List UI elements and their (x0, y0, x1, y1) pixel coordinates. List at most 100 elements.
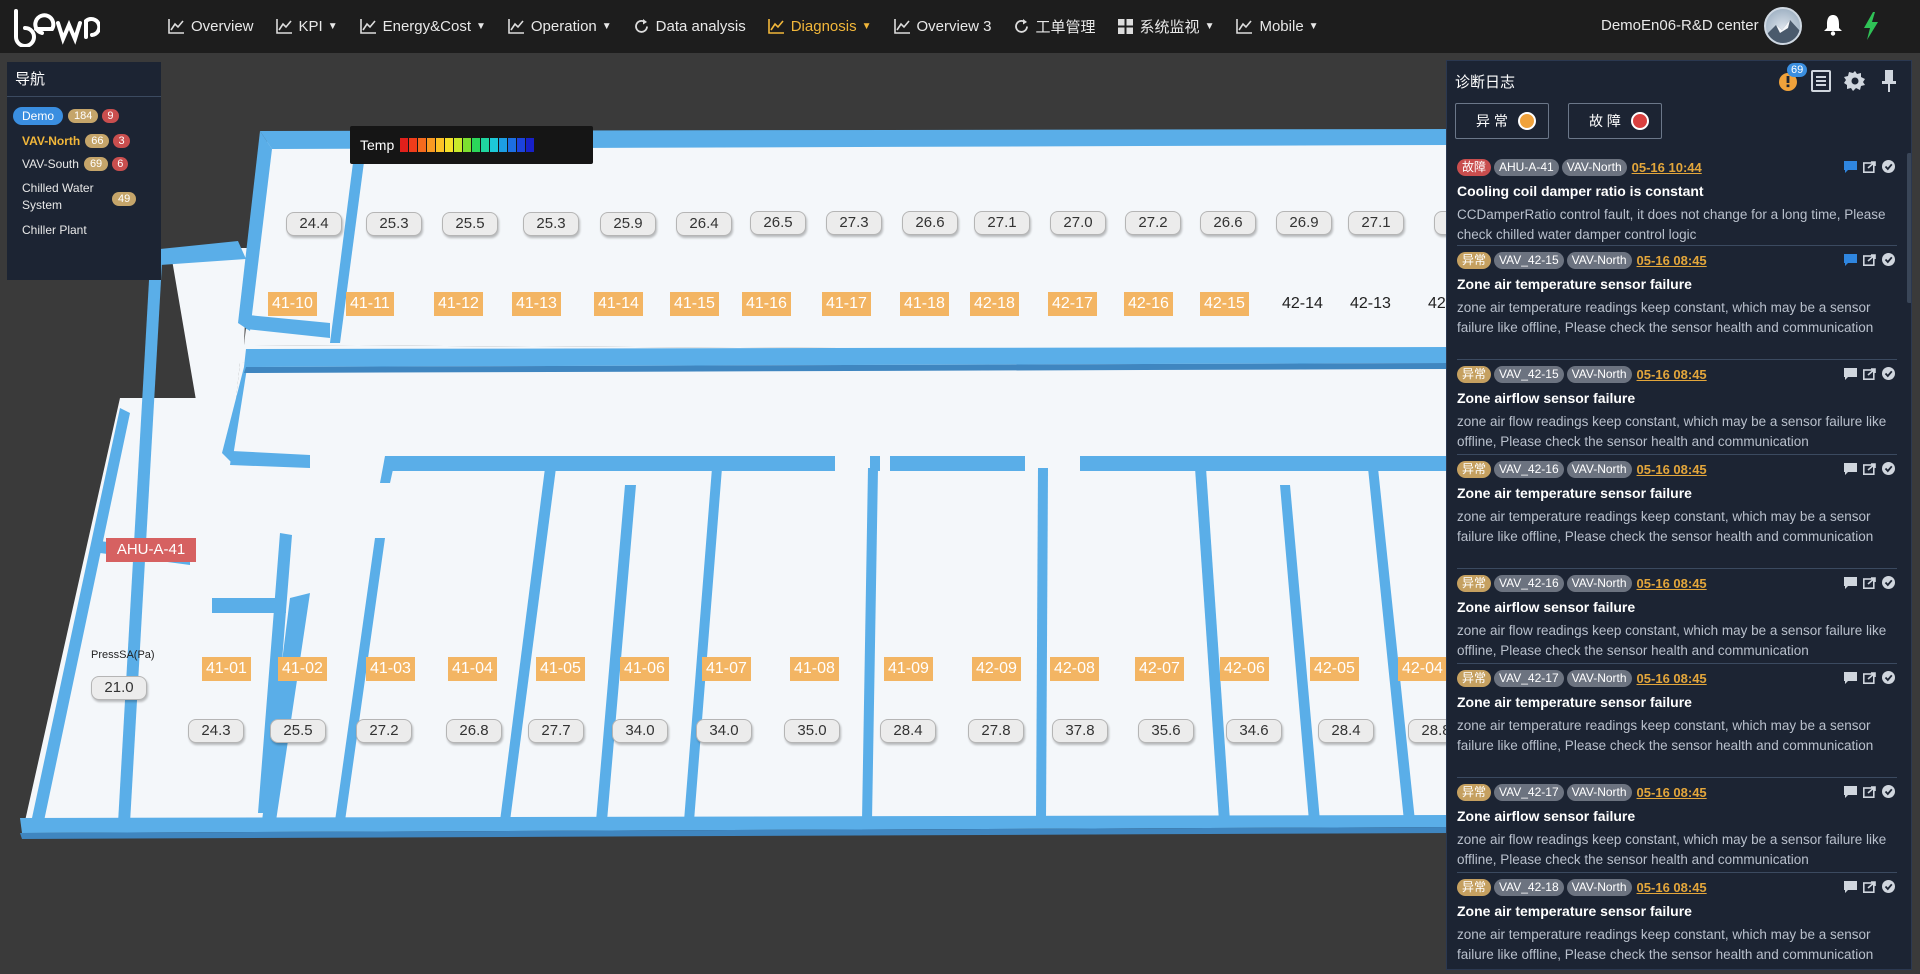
zone-tag[interactable]: VAV-North (1566, 878, 1632, 896)
tree-item[interactable]: VAV-North 66 3 (7, 125, 147, 148)
nav-item-3[interactable]: Operation ▼ (508, 18, 612, 35)
room-label[interactable]: 41-05 (536, 657, 585, 681)
check-circle-icon[interactable] (1882, 576, 1895, 594)
share-icon[interactable] (1863, 253, 1876, 271)
zone-tag[interactable]: VAV-North (1566, 574, 1632, 592)
equip-tag[interactable]: VAV_42-15 (1494, 365, 1564, 383)
nav-item-1[interactable]: KPI ▼ (275, 18, 338, 35)
log-time-link[interactable]: 05-16 10:44 (1632, 160, 1702, 175)
room-label[interactable]: 41-17 (822, 292, 871, 316)
alert-count-badge[interactable]: 69 (1777, 63, 1808, 96)
room-label[interactable]: 42-18 (970, 292, 1019, 316)
log-time-link[interactable]: 05-16 08:45 (1637, 880, 1707, 895)
room-label[interactable]: 42-16 (1124, 292, 1173, 316)
share-icon[interactable] (1863, 785, 1876, 803)
log-item[interactable]: 异常 VAV_42-17 VAV-North 05-16 08:45 Zone air … (1457, 664, 1897, 778)
zone-tag[interactable]: VAV-North (1561, 158, 1627, 176)
level-tag[interactable]: 异常 (1457, 669, 1492, 687)
room-label[interactable]: 41-02 (278, 657, 327, 681)
tree-item-label[interactable]: VAV-South (22, 157, 79, 171)
comment-icon[interactable] (1844, 576, 1857, 594)
level-tag[interactable]: 故障 (1457, 158, 1492, 176)
check-circle-icon[interactable] (1882, 785, 1895, 803)
share-icon[interactable] (1863, 462, 1876, 480)
zone-tag[interactable]: VAV-North (1566, 460, 1632, 478)
zone-tag[interactable]: VAV-North (1566, 669, 1632, 687)
power-icon[interactable] (1863, 12, 1879, 40)
nav-item-2[interactable]: Energy&Cost ▼ (359, 18, 486, 35)
log-item[interactable]: 异常 VAV_42-15 VAV-North 05-16 08:45 Zone airf… (1457, 360, 1897, 455)
nav-item-5[interactable]: Diagnosis ▼ (767, 18, 872, 35)
room-temp[interactable]: 34.0 (612, 719, 668, 743)
nav-item-4[interactable]: Data analysis (634, 18, 746, 35)
log-item[interactable]: 异常 VAV_42-16 VAV-North 05-16 08:45 Zone air … (1457, 455, 1897, 569)
nav-item-6[interactable]: Overview 3 (893, 18, 992, 35)
room-label[interactable]: 41-12 (434, 292, 483, 316)
room-temp[interactable]: 26.5 (750, 211, 806, 235)
room-label[interactable]: 41-13 (512, 292, 561, 316)
room-temp[interactable]: 26.6 (902, 211, 958, 235)
nav-item-0[interactable]: Overview (168, 18, 254, 35)
equip-tag[interactable]: VAV_42-16 (1494, 574, 1564, 592)
tree-item[interactable]: Chilled Water System 49 (7, 171, 147, 214)
room-label[interactable]: 41-15 (670, 292, 719, 316)
room-temp[interactable]: 27.2 (1125, 211, 1181, 235)
level-tag[interactable]: 异常 (1457, 878, 1492, 896)
log-item[interactable]: 异常 VAV_42-16 VAV-North 05-16 08:45 Zone airf… (1457, 569, 1897, 664)
room-label[interactable]: 42-07 (1135, 657, 1184, 681)
comment-icon[interactable] (1844, 462, 1857, 480)
room-temp[interactable]: 26.6 (1200, 211, 1256, 235)
level-tag[interactable]: 异常 (1457, 251, 1492, 269)
log-item[interactable]: 故障 AHU-A-41 VAV-North 05-16 10:44 Cooling co… (1457, 153, 1897, 246)
check-circle-icon[interactable] (1882, 462, 1895, 480)
zone-tag[interactable]: VAV-North (1566, 365, 1632, 383)
check-circle-icon[interactable] (1882, 671, 1895, 689)
comment-icon[interactable] (1844, 253, 1857, 271)
scrollbar[interactable] (1907, 153, 1911, 303)
check-circle-icon[interactable] (1882, 160, 1895, 178)
room-temp[interactable]: 28.4 (1318, 719, 1374, 743)
user-name[interactable]: DemoEn06-R&D center (1601, 17, 1759, 34)
room-temp[interactable]: 26.9 (1276, 211, 1332, 235)
room-temp[interactable]: 28.4 (880, 719, 936, 743)
equip-tag[interactable]: AHU-A-41 (1494, 158, 1559, 176)
log-time-link[interactable]: 05-16 08:45 (1637, 367, 1707, 382)
filter-abnormal-button[interactable]: 异 常 (1455, 103, 1549, 139)
tree-root-label[interactable]: Demo (13, 107, 64, 125)
room-temp[interactable]: 25.3 (523, 212, 579, 236)
log-item[interactable]: 异常 VAV_42-17 VAV-North 05-16 08:45 Zone airf… (1457, 778, 1897, 873)
log-item[interactable]: 异常 VAV_42-18 VAV-North 05-16 08:45 Zone air … (1457, 873, 1897, 969)
room-label[interactable]: 42-06 (1220, 657, 1269, 681)
log-time-link[interactable]: 05-16 08:45 (1637, 671, 1707, 686)
comment-icon[interactable] (1844, 367, 1857, 385)
room-temp[interactable]: 26.4 (676, 212, 732, 236)
comment-icon[interactable] (1844, 880, 1857, 898)
level-tag[interactable]: 异常 (1457, 783, 1492, 801)
room-label[interactable]: 41-04 (448, 657, 497, 681)
room-temp[interactable]: 27.8 (968, 719, 1024, 743)
room-label[interactable]: 41-16 (742, 292, 791, 316)
room-label[interactable]: 41-06 (620, 657, 669, 681)
log-time-link[interactable]: 05-16 08:45 (1637, 253, 1707, 268)
log-time-link[interactable]: 05-16 08:45 (1637, 576, 1707, 591)
room-label[interactable]: 42-17 (1048, 292, 1097, 316)
room-label[interactable]: 42-08 (1050, 657, 1099, 681)
room-temp[interactable]: 34.0 (696, 719, 752, 743)
pin-icon[interactable] (1881, 69, 1897, 93)
room-label[interactable]: 42-14 (1282, 292, 1323, 316)
equip-tag[interactable]: VAV_42-17 (1494, 783, 1564, 801)
room-temp[interactable]: 24.3 (188, 719, 244, 743)
share-icon[interactable] (1863, 367, 1876, 385)
zone-tag[interactable]: VAV-North (1566, 251, 1632, 269)
nav-item-8[interactable]: 系统监视 ▼ (1117, 16, 1214, 37)
room-label[interactable]: 41-14 (594, 292, 643, 316)
room-label[interactable]: 41-11 (346, 292, 394, 316)
room-label[interactable]: 41-03 (366, 657, 415, 681)
bell-icon[interactable] (1823, 14, 1843, 36)
share-icon[interactable] (1863, 576, 1876, 594)
check-circle-icon[interactable] (1882, 367, 1895, 385)
zone-tag[interactable]: VAV-North (1566, 783, 1632, 801)
equip-tag[interactable]: VAV_42-16 (1494, 460, 1564, 478)
tree-item[interactable]: Chiller Plant (7, 214, 147, 237)
room-label[interactable]: 41-10 (268, 292, 317, 316)
